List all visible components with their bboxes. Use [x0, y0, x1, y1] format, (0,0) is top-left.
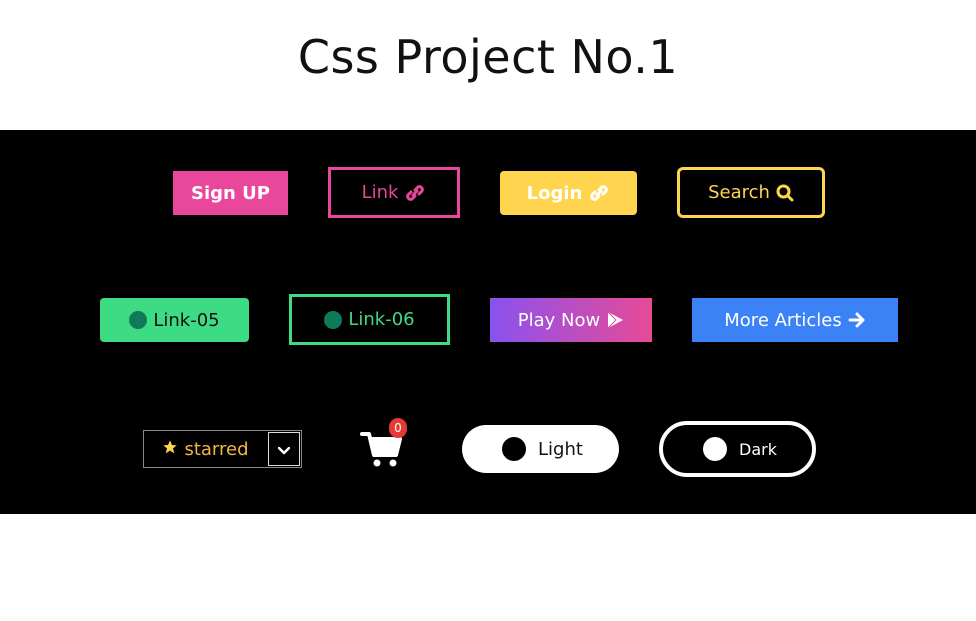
link-05-label: Link-05 — [153, 309, 220, 331]
login-button[interactable]: Login — [500, 171, 637, 215]
page-title: Css Project No.1 — [297, 30, 679, 84]
link-06-button[interactable]: Link-06 — [289, 294, 450, 345]
link-icon — [588, 184, 610, 202]
more-articles-label: More Articles — [724, 309, 842, 331]
sign-up-label: Sign UP — [191, 182, 270, 204]
link-06-label: Link-06 — [348, 309, 415, 330]
search-label: Search — [708, 182, 770, 203]
starred-button-group: starred — [143, 430, 302, 468]
link-label: Link — [361, 182, 399, 203]
toggle-knob — [703, 437, 727, 461]
link-icon — [404, 184, 426, 202]
arrow-right-icon — [848, 312, 866, 328]
dot-icon — [324, 310, 343, 329]
cart-count-badge: 0 — [389, 418, 407, 438]
toggle-knob — [502, 437, 526, 461]
light-toggle-button[interactable]: Light — [462, 425, 619, 473]
dark-label: Dark — [739, 439, 777, 459]
starred-button[interactable]: starred — [144, 431, 267, 467]
sign-up-button[interactable]: Sign UP — [173, 171, 288, 215]
play-now-button[interactable]: Play Now — [490, 298, 652, 342]
search-button[interactable]: Search — [677, 167, 825, 218]
play-now-label: Play Now — [517, 309, 601, 331]
light-label: Light — [538, 438, 583, 460]
more-articles-button[interactable]: More Articles — [692, 298, 898, 342]
dot-icon — [129, 311, 148, 329]
chevron-down-icon — [277, 440, 291, 459]
dark-toggle-button[interactable]: Dark — [659, 421, 816, 477]
starred-label: starred — [184, 438, 249, 460]
play-icon — [606, 311, 624, 329]
login-label: Login — [526, 182, 583, 204]
search-icon — [776, 184, 794, 202]
starred-dropdown-toggle[interactable] — [268, 432, 300, 466]
star-icon — [162, 439, 178, 460]
link-button[interactable]: Link — [328, 167, 460, 218]
link-05-button[interactable]: Link-05 — [100, 298, 249, 342]
